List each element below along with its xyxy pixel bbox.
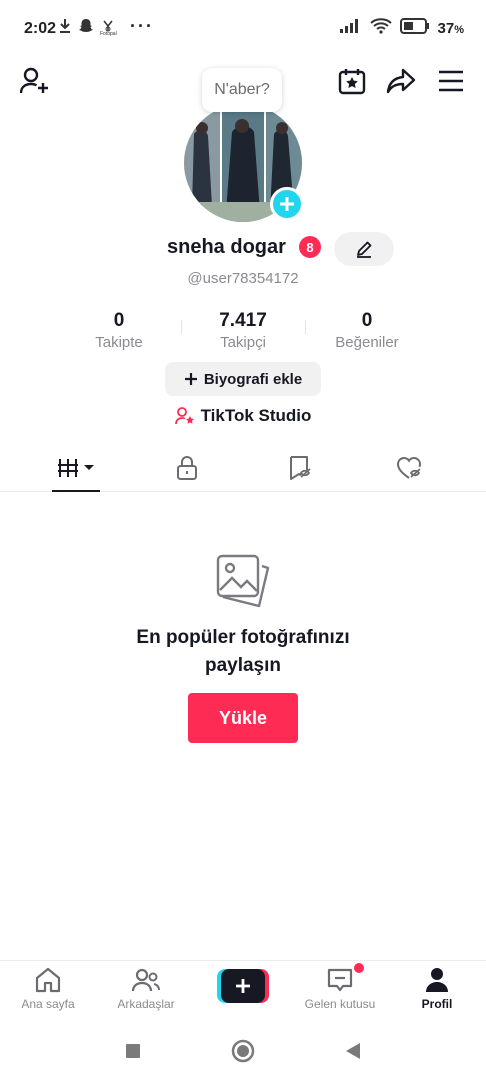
add-avatar-button[interactable] — [270, 187, 304, 221]
lock-icon — [177, 455, 197, 480]
stat-following-label: Takipte — [95, 334, 143, 351]
photos-icon — [214, 552, 272, 610]
wifi-icon — [369, 18, 392, 39]
tab-liked[interactable] — [351, 444, 471, 491]
pencil-icon — [357, 241, 372, 258]
active-tab-indicator — [52, 490, 100, 492]
friends-icon — [131, 968, 160, 992]
bubble-text: N'aber? — [214, 81, 270, 98]
share-icon[interactable] — [384, 64, 418, 98]
stat-following-value: 0 — [113, 310, 125, 331]
studio-user-star-icon — [174, 407, 194, 425]
studio-label: TikTok Studio — [200, 406, 312, 425]
stats-row: 0 Takipte 7.417 Takipçi 0 Beğeniler — [0, 310, 486, 354]
signal-icon — [339, 19, 362, 38]
recents-square-icon[interactable] — [120, 1038, 146, 1064]
liked-heart-icon — [396, 456, 422, 479]
stat-likes-label: Beğeniler — [335, 334, 399, 351]
home-circle-icon[interactable] — [230, 1038, 256, 1064]
nav-friends[interactable]: Arkadaşlar — [100, 967, 192, 1019]
status-bar: 2:02 Fotopal ··· 37% — [0, 0, 486, 60]
download-icon — [58, 18, 72, 39]
status-time: 2:02 — [24, 20, 57, 37]
bottom-nav: Ana sayfa Arkadaşlar Gelen kutusu Profil — [0, 960, 486, 1022]
calendar-star-icon[interactable] — [335, 64, 369, 98]
grid-videos-icon — [58, 458, 94, 477]
inbox-notification-dot — [354, 963, 364, 973]
stat-following[interactable]: 0 Takipte — [59, 310, 179, 351]
back-triangle-icon[interactable] — [340, 1038, 366, 1064]
display-name: sneha dogar — [167, 236, 286, 258]
nav-profile-label: Profil — [421, 997, 453, 1011]
stat-followers-value: 7.417 — [219, 310, 267, 331]
stat-divider — [305, 320, 306, 334]
notification-badge[interactable]: 8 — [299, 236, 321, 258]
stat-likes[interactable]: 0 Beğeniler — [307, 310, 427, 351]
add-user-icon[interactable] — [18, 64, 52, 98]
create-button[interactable] — [217, 969, 269, 1003]
name-row: sneha dogar 8 — [0, 232, 486, 266]
inbox-icon — [327, 968, 353, 992]
bookmark-icon — [290, 455, 311, 480]
plus-icon — [280, 197, 294, 211]
nav-friends-label: Arkadaşlar — [117, 997, 175, 1011]
upload-button[interactable]: Yükle — [188, 693, 298, 743]
plus-icon — [184, 373, 197, 385]
nav-home-label: Ana sayfa — [21, 997, 75, 1011]
status-bubble[interactable]: N'aber? — [202, 68, 282, 112]
profile-icon — [426, 968, 448, 992]
tab-videos[interactable] — [16, 444, 136, 492]
stat-followers[interactable]: 7.417 Takipçi — [183, 310, 303, 351]
empty-title-line1: En popüler fotoğrafınızı — [136, 627, 350, 648]
stat-followers-label: Takipçi — [220, 334, 266, 351]
stat-likes-value: 0 — [361, 310, 373, 331]
content-tabs — [0, 444, 486, 492]
empty-title-line2: paylaşın — [204, 655, 282, 676]
nav-inbox[interactable]: Gelen kutusu — [294, 963, 386, 1019]
tab-saved[interactable] — [240, 444, 360, 491]
add-bio-label: Biyografi ekle — [203, 370, 303, 388]
fotopal-icon: Fotopal — [100, 20, 117, 37]
battery-percent: 37% — [437, 20, 464, 37]
create-plus-icon — [221, 969, 265, 1003]
stat-divider — [181, 320, 182, 334]
nav-inbox-label: Gelen kutusu — [304, 997, 376, 1011]
battery-icon — [399, 18, 430, 39]
nav-home[interactable]: Ana sayfa — [2, 967, 94, 1019]
edit-profile-button[interactable] — [334, 232, 394, 266]
nav-profile[interactable]: Profil — [391, 967, 483, 1019]
home-icon — [35, 967, 61, 993]
fotopal-label: Fotopal — [100, 31, 117, 37]
more-dots-icon: ··· — [130, 16, 154, 36]
tab-private[interactable] — [127, 444, 247, 491]
android-navigation-bar — [0, 1022, 486, 1080]
add-bio-button[interactable]: Biyografi ekle — [165, 362, 321, 396]
username: @user78354172 — [187, 270, 299, 287]
empty-state-title: En popüler fotoğrafınızı paylaşın — [0, 624, 486, 680]
snapchat-icon — [78, 18, 94, 39]
hamburger-menu-icon[interactable] — [434, 64, 468, 98]
tiktok-studio-link[interactable]: TikTok Studio — [0, 406, 486, 426]
